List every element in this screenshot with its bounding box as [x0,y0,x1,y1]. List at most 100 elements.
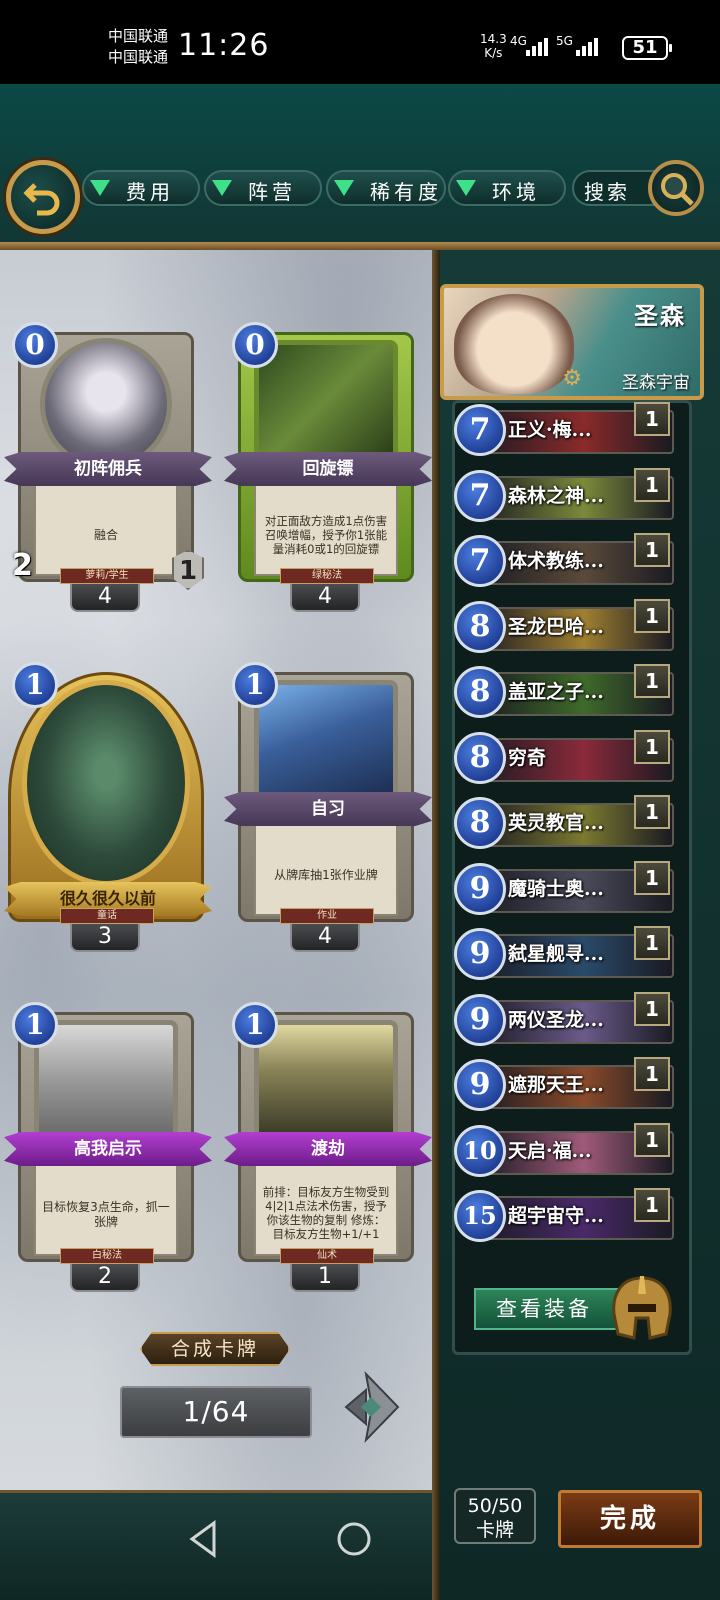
card-count: 4 [290,924,360,952]
deck-card-name: 圣龙巴哈... [508,615,604,638]
deck-card-cost: 15 [454,1190,506,1242]
deck-card-row[interactable]: 9 弑星舰寻... 1 [454,926,676,982]
deck-card-cost: 9 [454,1059,506,1111]
deck-card-cost: 9 [454,928,506,980]
deck-card-cost: 8 [454,600,506,653]
deck-card-name: 正义·梅... [508,419,592,441]
signal-4g-label: 4G [510,34,527,48]
card-cost: 1 [232,662,278,708]
card-item[interactable]: 从牌库抽1张作业牌 自习 1 作业 4 [224,662,432,952]
card-tribe: 白秘法 [60,1248,154,1264]
card-tribe: 作业 [280,908,374,924]
next-page-button[interactable] [342,1370,402,1444]
deck-card-row[interactable]: 7 正义·梅... 1 [454,402,676,458]
hero-banner[interactable]: 圣森 ⚙ 圣森宇宙 [440,284,704,400]
deck-card-name: 英灵教官... [508,812,604,834]
back-button[interactable] [6,160,80,234]
deck-card-quantity: 1 [634,926,670,960]
system-nav-bar [0,1490,432,1600]
deck-card-cost: 10 [454,1124,506,1177]
deck-card-row[interactable]: 7 体术教练... 1 [454,533,676,589]
deck-card-quantity: 1 [634,1122,670,1157]
card-count: 2 [70,1264,140,1292]
deck-card-row[interactable]: 7 森林之神... 1 [454,467,676,524]
deck-card-name: 两仪圣龙... [508,1008,604,1031]
card-item[interactable]: 前排：目标友方生物受到4|2|1点法术伤害，授予你该生物的复制 修炼：目标友方生… [224,1002,432,1292]
signal-bars-icon [526,38,548,56]
card-item[interactable]: 对正面敌方造成1点伤害 召唤增幅，授予你1张能量消耗0或1的回旋镖 回旋镖 0 … [224,322,432,612]
deck-card-name: 超宇宙守... [508,1205,604,1227]
deck-card-quantity: 1 [634,467,670,502]
card-art [34,1020,178,1140]
net-speed-value: 14.3 [480,32,507,46]
screen: 中国联通 中国联通 11:26 14.3 K/s 4G 5G 51 费用 阵营 … [0,0,720,1600]
view-equipment-button[interactable]: 查看装备 [474,1288,624,1330]
card-cost: 0 [232,322,278,368]
filter-rarity[interactable]: 稀有度 [326,170,446,206]
card-text: 从牌库抽1张作业牌 [254,824,398,916]
signal-5g-label: 5G [556,34,573,48]
nav-back-icon[interactable] [186,1519,220,1559]
deck-card-row[interactable]: 8 圣龙巴哈... 1 [454,598,676,655]
deck-card-row[interactable]: 10 天启·福... 1 [454,1122,676,1179]
deck-card-name: 森林之神... [508,484,604,507]
card-name: 回旋镖 [224,452,432,486]
filter-environment-label: 环境 [492,180,540,204]
deck-card-row[interactable]: 9 两仪圣龙... 1 [454,991,676,1048]
deck-card-row[interactable]: 8 盖亚之子... 1 [454,664,676,720]
search-button[interactable] [648,160,704,216]
pane-divider [432,250,440,1600]
deck-card-name: 天启·福... [508,1139,592,1162]
page-indicator: 1/64 [120,1386,312,1438]
filter-cost[interactable]: 费用 [82,170,200,206]
card-name: 渡劫 [224,1132,432,1166]
card-cost: 0 [12,322,58,368]
carrier-1: 中国联通 [108,27,169,45]
nav-home-icon[interactable] [334,1519,374,1559]
deck-card-name: 盖亚之子... [508,681,604,703]
filter-faction[interactable]: 阵营 [204,170,322,206]
card-item[interactable]: 目标恢复3点生命，抓一张牌 高我启示 1 白秘法 2 [4,1002,212,1292]
battery-icon: 51 [622,36,672,60]
deck-card-row[interactable]: 8 穷奇 1 [454,729,676,786]
card-item[interactable]: 融合 初阵佣兵 0 2 1 萝莉/学生 4 [4,322,212,612]
card-tribe: 萝莉/学生 [60,568,154,584]
done-button[interactable]: 完成 [558,1490,702,1548]
filter-bar [0,84,720,250]
deck-card-quantity: 1 [634,860,670,895]
signal-bars-icon [576,38,598,56]
next-arrow-icon [344,1370,400,1444]
deck-card-quantity: 1 [634,533,670,567]
card-tribe: 童话 [60,908,154,924]
deck-card-name: 遮那天王... [508,1074,604,1096]
deck-card-cost: 7 [454,469,506,522]
deck-card-row[interactable]: 8 英灵教官... 1 [454,795,676,851]
card-text: 对正面敌方造成1点伤害 召唤增幅，授予你1张能量消耗0或1的回旋镖 [254,484,398,576]
card-attack: 2 [12,548,33,583]
deck-card-cost: 8 [454,797,506,849]
deck-card-quantity: 1 [634,795,670,829]
deck-list[interactable]: 7 正义·梅... 1 7 森林之神... 1 7 体术教练... 1 8 圣龙巴哈... 1 8 盖亚之… [454,400,690,1250]
synthesize-card-button[interactable]: 合成卡牌 [140,1332,290,1366]
deck-card-quantity: 1 [634,402,670,436]
card-cost: 1 [12,1002,58,1048]
dropdown-triangle-icon [456,180,476,196]
deck-card-row[interactable]: 15 超宇宙守... 1 [454,1188,676,1244]
card-art [22,680,190,886]
deck-card-row[interactable]: 9 魔骑士奥... 1 [454,860,676,917]
card-item[interactable]: 很久很久以前 1 童话 3 [4,662,212,952]
deck-card-name: 弑星舰寻... [508,943,604,965]
card-art [40,338,172,470]
carriers: 中国联通 中国联通 [108,26,168,68]
deck-card-cost: 7 [454,404,506,456]
deck-card-row[interactable]: 9 遮那天王... 1 [454,1057,676,1113]
deck-card-cost: 7 [454,535,506,587]
helmet-icon [604,1274,680,1344]
deck-card-quantity: 1 [634,729,670,764]
filter-environment[interactable]: 环境 [448,170,566,206]
dropdown-triangle-icon [90,180,110,196]
deck-card-quantity: 1 [634,598,670,633]
card-count: 3 [70,924,140,952]
filter-faction-label: 阵营 [248,180,296,204]
hero-faction: 圣森宇宙 [622,373,690,393]
